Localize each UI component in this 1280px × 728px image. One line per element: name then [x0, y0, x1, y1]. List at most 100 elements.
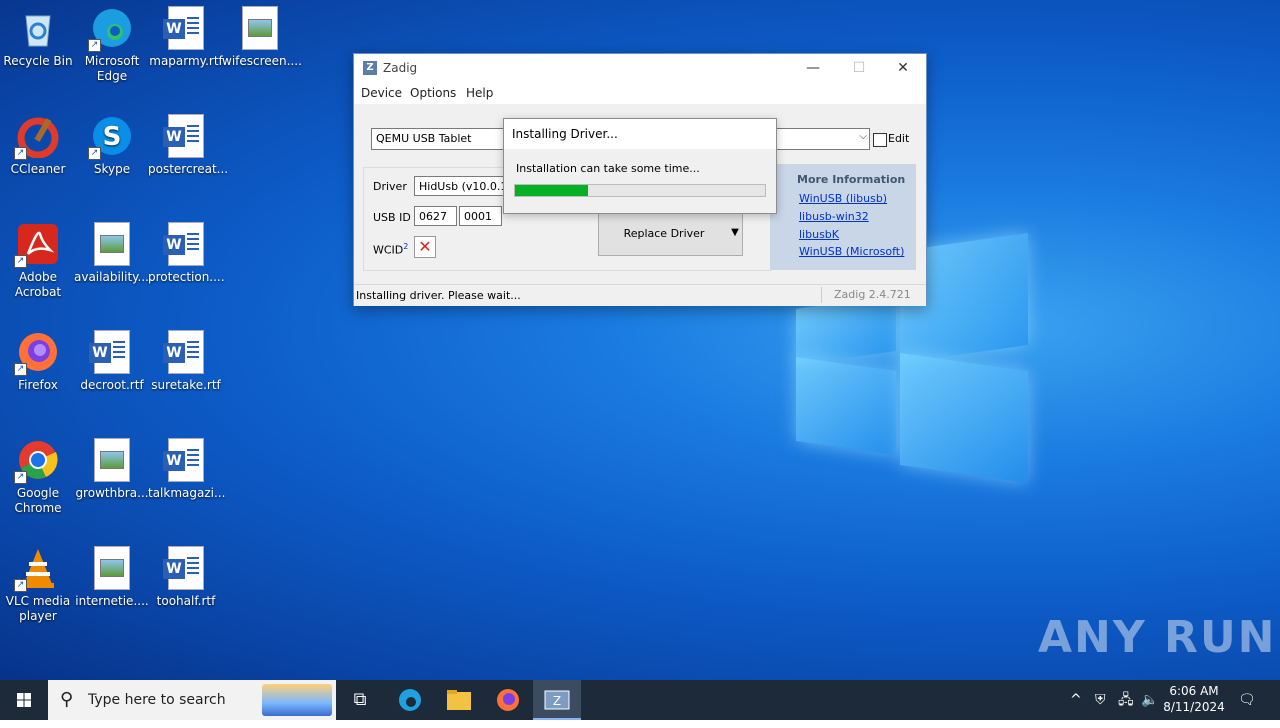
more-information-panel: More Information WinUSB (libusb) libusb-… [770, 164, 916, 270]
edge-icon: ↗ [88, 6, 134, 52]
desktop-icon-label: Microsoft Edge [84, 54, 140, 83]
clock-time: 6:06 AM [1169, 684, 1219, 698]
desktop-icon-label: talkmagazi... [148, 486, 226, 500]
desktop-icon-label: availability.... [74, 270, 153, 284]
taskbar-zadig-icon[interactable]: Z [533, 680, 581, 720]
desktop-icon[interactable]: Wtalkmagazi... [148, 438, 226, 501]
desktop-icon-label: VLC media player [5, 594, 71, 623]
zadig-titlebar[interactable]: Z Zadig — ☐ ✕ [354, 54, 926, 82]
search-highlight-image [262, 684, 332, 716]
desktop-icon-label: decroot.rtf [80, 378, 144, 392]
menu-bar: Device Options Help [354, 82, 926, 104]
desktop-icon-label: maparmy.rtf [149, 54, 223, 68]
shortcut-arrow-icon: ↗ [14, 579, 27, 592]
ccleaner-icon: ↗ [14, 114, 60, 160]
taskbar-firefox-icon[interactable] [484, 680, 532, 720]
minimize-button[interactable]: — [790, 54, 836, 82]
link-libusbk[interactable]: libusbK [799, 228, 839, 241]
menu-help[interactable]: Help [466, 86, 493, 100]
desktop-icon[interactable]: Wmaparmy.rtf [148, 6, 224, 69]
desktop-icon[interactable]: ↗ CCleaner [0, 114, 76, 177]
image-file-icon [238, 6, 282, 50]
skype-icon: S ↗ [88, 114, 134, 160]
network-icon[interactable]: 🖧 [1118, 680, 1134, 720]
edit-label: Edit [888, 132, 910, 145]
desktop: ANY RUN Recycle Bin ↗ Microsoft Edge Wmapar… [0, 0, 1280, 680]
desktop-icon[interactable]: availability.... [74, 222, 153, 285]
word-doc-icon: W [163, 438, 208, 482]
desktop-icon[interactable]: ↗ VLC media player [0, 546, 76, 624]
svg-text:Z: Z [553, 694, 561, 708]
image-file-icon [90, 222, 134, 266]
desktop-icon[interactable]: ↗ Google Chrome [0, 438, 76, 516]
dialog-body: Installation can take some time... [504, 149, 776, 213]
usbid-pid-field[interactable]: 0001 [459, 206, 502, 226]
taskbar-file-explorer-icon[interactable] [435, 680, 483, 720]
edit-checkbox[interactable] [873, 133, 887, 147]
desktop-icon[interactable]: internetie.... [74, 546, 150, 609]
desktop-icon[interactable]: Wpostercreat... [148, 114, 228, 177]
wcid-help-link[interactable]: 2 [403, 242, 408, 251]
desktop-icon-label: internetie.... [75, 594, 149, 608]
desktop-icon[interactable]: Wsuretake.rtf [148, 330, 224, 393]
desktop-icon[interactable]: growthbra... [74, 438, 150, 501]
replace-driver-button[interactable]: Replace Driver [598, 212, 730, 256]
image-file-icon [90, 438, 134, 482]
wcid-cross-icon: ✕ [414, 236, 436, 258]
desktop-icon[interactable]: ↗ Microsoft Edge [74, 6, 150, 84]
security-icon[interactable]: ⛨ [1095, 680, 1106, 720]
acrobat-icon: ↗ [14, 222, 60, 268]
notifications-icon[interactable]: 🗨 [1238, 680, 1256, 720]
firefox-icon: ↗ [14, 330, 60, 376]
desktop-icon[interactable]: Wprotection.... [148, 222, 225, 285]
installing-driver-dialog: Installing Driver... Installation can ta… [503, 118, 777, 214]
desktop-icon[interactable]: wifescreen.... [222, 6, 302, 69]
desktop-icon[interactable]: Wdecroot.rtf [74, 330, 150, 393]
desktop-icon-label: Firefox [18, 378, 58, 392]
taskbar: ⚲ Type here to search ⧉ Z ^ ⛨ 🖧 🔈 6:06 A… [0, 680, 1280, 720]
zadig-app-icon: Z [363, 61, 377, 75]
image-file-icon [90, 546, 134, 590]
desktop-icon[interactable]: ↗ Adobe Acrobat [0, 222, 76, 300]
version-text: Zadig 2.4.721 [821, 287, 911, 303]
desktop-icon[interactable]: Recycle Bin [0, 6, 76, 69]
desktop-icon-label: CCleaner [10, 162, 66, 176]
replace-driver-dropdown[interactable]: ▼ [728, 212, 743, 256]
dialog-message: Installation can take some time... [516, 162, 700, 175]
desktop-icon-label: wifescreen.... [222, 54, 302, 68]
status-text: Installing driver. Please wait... [356, 289, 521, 302]
menu-options[interactable]: Options [410, 86, 456, 100]
desktop-icon[interactable]: S ↗ Skype [74, 114, 150, 177]
svg-text:S: S [103, 122, 122, 152]
clock[interactable]: 6:06 AM 8/11/2024 [1160, 683, 1228, 715]
shortcut-arrow-icon: ↗ [14, 255, 27, 268]
status-bar: Installing driver. Please wait... Zadig … [354, 284, 926, 306]
desktop-icon-label: protection.... [148, 270, 225, 284]
task-view-icon[interactable]: ⧉ [336, 680, 384, 720]
desktop-icon[interactable]: ↗ Firefox [0, 330, 76, 393]
desktop-icon-label: suretake.rtf [151, 378, 221, 392]
device-select-value: QEMU USB Tablet [376, 132, 472, 145]
volume-icon[interactable]: 🔈 [1141, 680, 1158, 720]
maximize-button[interactable]: ☐ [836, 54, 882, 82]
start-button[interactable] [0, 680, 48, 720]
progress-bar [514, 184, 766, 197]
close-button[interactable]: ✕ [880, 54, 926, 82]
shortcut-arrow-icon: ↗ [14, 147, 27, 160]
desktop-icon[interactable]: Wtoohalf.rtf [148, 546, 224, 609]
menu-device[interactable]: Device [361, 86, 402, 100]
desktop-icon-label: growthbra... [75, 486, 149, 500]
link-winusb-microsoft[interactable]: WinUSB (Microsoft) [799, 245, 904, 258]
taskbar-edge-icon[interactable] [386, 680, 434, 720]
taskbar-search-box[interactable]: ⚲ Type here to search [48, 680, 336, 720]
search-icon: ⚲ [60, 689, 74, 710]
usbid-vid-field[interactable]: 0627 [414, 206, 457, 226]
link-libusb-win32[interactable]: libusb-win32 [799, 210, 869, 223]
shortcut-arrow-icon: ↗ [88, 147, 101, 160]
desktop-icon-label: toohalf.rtf [156, 594, 216, 608]
usbid-label: USB ID [373, 211, 411, 224]
show-hidden-icons-chevron[interactable]: ^ [1070, 680, 1082, 720]
link-winusb-libusb[interactable]: WinUSB (libusb) [799, 192, 887, 205]
word-doc-icon: W [163, 222, 208, 266]
search-placeholder: Type here to search [88, 692, 226, 708]
